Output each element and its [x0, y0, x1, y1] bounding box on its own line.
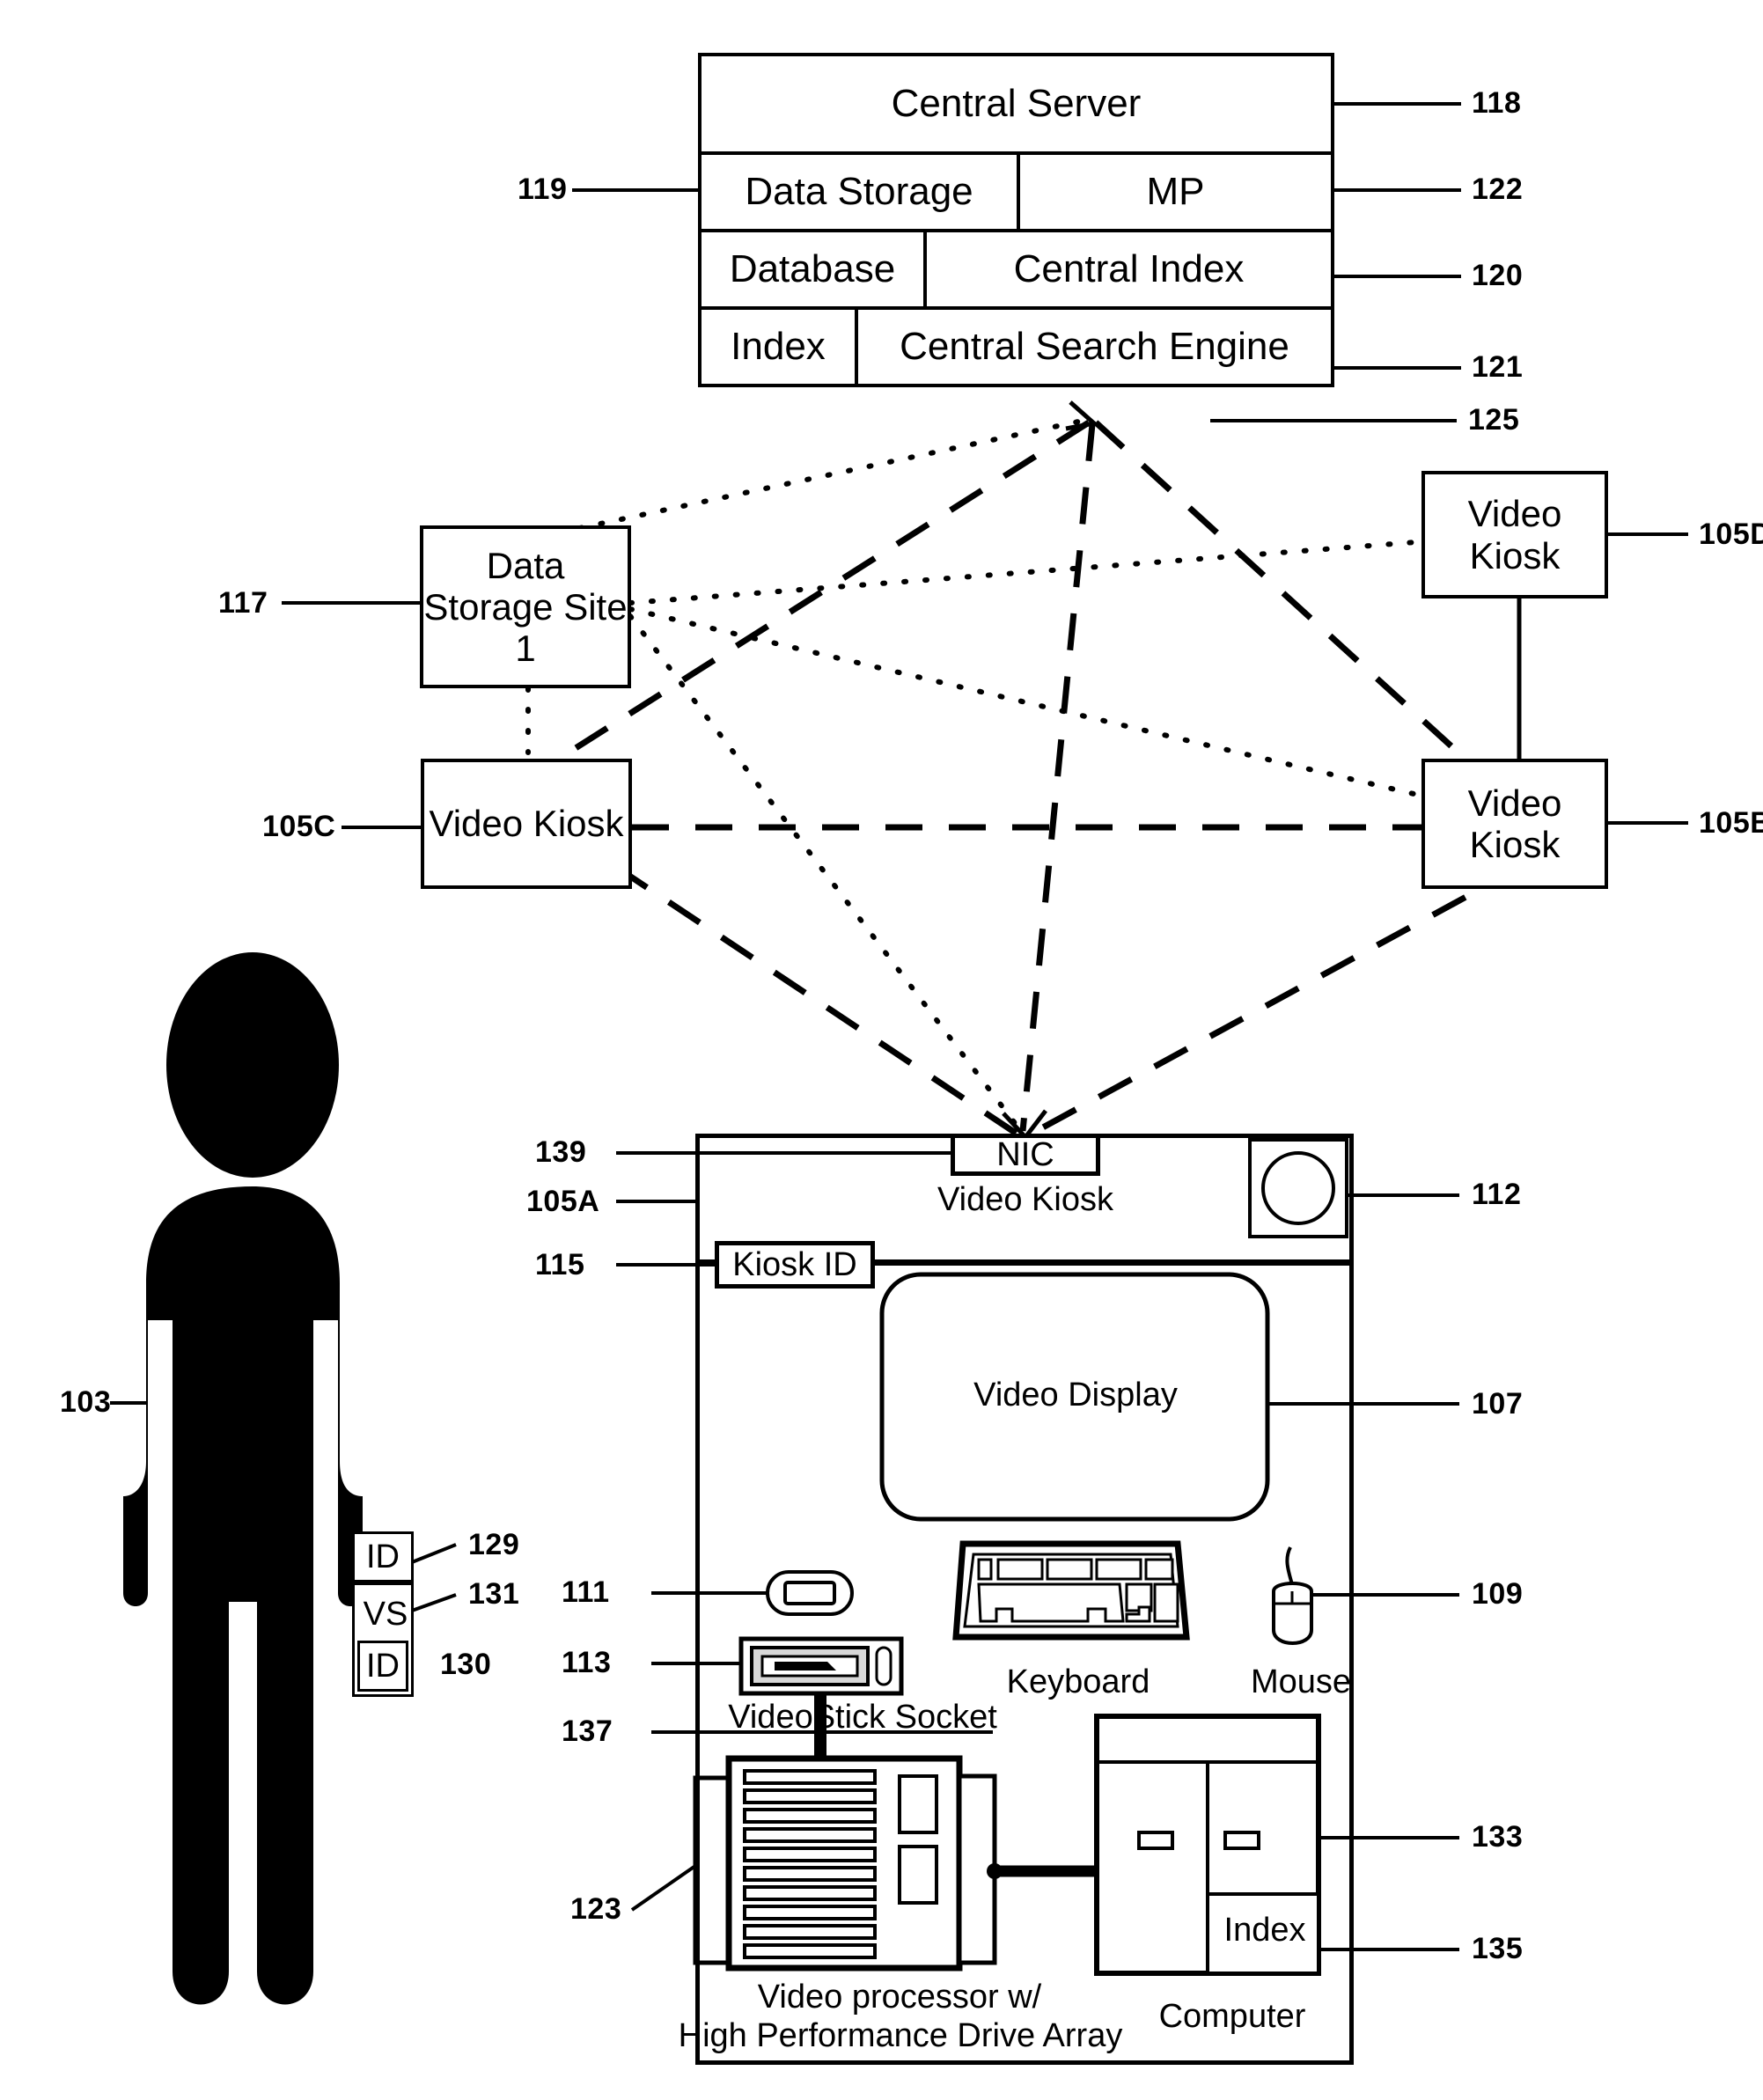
person-arm-gap-right: [313, 1320, 338, 1584]
central-search-engine-label: Central Search Engine: [900, 325, 1289, 369]
database-label: Database: [729, 247, 896, 291]
dash-105B-105A: [1030, 863, 1523, 1137]
badge-id-top: ID: [352, 1531, 414, 1582]
video-kiosk-105B-box: Video Kiosk: [1421, 759, 1608, 889]
video-processor-label-1: Video processor w/: [757, 1979, 1042, 2016]
computer-text: Computer: [1135, 1998, 1329, 2037]
ref-109: 109: [1472, 1577, 1524, 1611]
dash-105C-105A: [614, 864, 1021, 1138]
video-processor-text-line1: Video processor w/: [697, 1979, 1102, 2017]
video-kiosk-105B-label: Video Kiosk: [1467, 782, 1562, 865]
mp-label: MP: [1146, 170, 1205, 214]
keyboard-label: Keyboard: [1006, 1663, 1150, 1701]
person-leg-gap: [231, 1602, 255, 1989]
leader-131: [411, 1593, 457, 1612]
ref-105D: 105D: [1699, 518, 1763, 551]
ref-120: 120: [1472, 259, 1524, 292]
central-server-database-box: Database: [698, 229, 927, 310]
ref-129: 129: [468, 1528, 520, 1561]
badge-id-top-label: ID: [366, 1538, 400, 1575]
mouse-label: Mouse: [1250, 1663, 1352, 1701]
nic-label: NIC: [996, 1135, 1054, 1173]
ref-119: 119: [518, 173, 568, 206]
keyboard-text: Keyboard: [977, 1663, 1179, 1702]
dotted-link-ds-to-server: [536, 418, 1085, 540]
ref-107: 107: [1472, 1387, 1524, 1421]
central-server-mp-box: MP: [1017, 151, 1334, 232]
central-server-title: Central Server: [891, 82, 1142, 126]
video-kiosk-105D-label: Video Kiosk: [1467, 493, 1562, 576]
video-processor-text-line2: High Performance Drive Array: [650, 2017, 1151, 2056]
badge-id-bottom-label: ID: [366, 1647, 400, 1685]
ref-131: 131: [468, 1577, 520, 1611]
kiosk-detail-title: Video Kiosk: [880, 1179, 1171, 1222]
video-display-text: Video Display: [908, 1375, 1243, 1417]
server-index-label: Index: [731, 325, 826, 369]
video-display-label: Video Display: [973, 1377, 1178, 1414]
badge-vs-label: VS: [363, 1596, 408, 1633]
ref-125: 125: [1468, 403, 1520, 437]
data-storage-label: Data Storage: [745, 170, 973, 214]
video-kiosk-105C-box: Video Kiosk: [421, 759, 632, 889]
dotted-link-ds-to-105A: [628, 613, 1025, 1136]
ref-105C: 105C: [262, 810, 336, 843]
central-server-title-box: Central Server: [698, 53, 1334, 155]
ref-103: 103: [60, 1385, 112, 1419]
computer-label: Computer: [1158, 1998, 1306, 2036]
ref-123: 123: [570, 1892, 622, 1926]
ref-118: 118: [1472, 86, 1522, 120]
video-kiosk-105D-box: Video Kiosk: [1421, 471, 1608, 598]
dash-server-105C: [567, 420, 1091, 755]
data-storage-site-label: Data Storage Site 1: [423, 544, 628, 670]
data-storage-site-box: Data Storage Site 1: [420, 525, 631, 688]
central-server-search-engine-box: Central Search Engine: [855, 306, 1334, 387]
badge-id-bottom: ID: [357, 1641, 408, 1692]
kiosk-detail-title-label: Video Kiosk: [937, 1181, 1113, 1219]
kiosk-id-label: Kiosk ID: [732, 1245, 857, 1283]
central-server-data-storage-box: Data Storage: [698, 151, 1020, 232]
leader-129: [411, 1543, 457, 1564]
ref-133: 133: [1472, 1820, 1524, 1854]
video-processor-label-2: High Performance Drive Array: [678, 2017, 1123, 2055]
dash-server-105A: [1019, 423, 1096, 1132]
ref-135: 135: [1472, 1932, 1524, 1965]
ref-122: 122: [1472, 173, 1524, 206]
index-label: Index: [1223, 1912, 1306, 1949]
ref-105B: 105B: [1699, 806, 1763, 840]
ref-139: 139: [535, 1135, 587, 1169]
ref-112: 112: [1472, 1178, 1522, 1211]
central-server-index-box: Index: [698, 306, 858, 387]
videostick-socket-label: VideoStick Socket: [728, 1699, 997, 1737]
leader-123: [630, 1864, 697, 1912]
dotted-link-ds-to-105B: [628, 606, 1521, 821]
ref-117: 117: [218, 586, 268, 620]
arrowhead-server: [1065, 400, 1099, 431]
person-silhouette: [123, 952, 363, 2005]
central-server-central-index-box: Central Index: [923, 229, 1334, 310]
ref-115: 115: [535, 1248, 585, 1281]
patent-figure-page: Central Server Data Storage MP Database …: [0, 0, 1763, 2100]
ref-113: 113: [562, 1646, 612, 1679]
video-kiosk-105C-label: Video Kiosk: [429, 803, 624, 845]
ref-137: 137: [562, 1715, 613, 1748]
person-head: [166, 952, 339, 1178]
dashed-network-links: [567, 420, 1523, 1138]
central-index-label: Central Index: [1013, 247, 1245, 291]
videostick-socket-text: VideoStick Socket: [704, 1699, 1021, 1737]
ref-130: 130: [440, 1648, 492, 1681]
kiosk-id-box: Kiosk ID: [715, 1241, 875, 1289]
dotted-network-links: [525, 418, 1521, 1136]
dotted-link-ds-to-105D: [628, 532, 1521, 606]
ref-105A: 105A: [526, 1185, 600, 1218]
person-arm-gap-left: [148, 1320, 173, 1584]
ref-111: 111: [562, 1575, 610, 1609]
mouse-text: Mouse: [1230, 1663, 1371, 1702]
index-text: Index: [1213, 1912, 1317, 1950]
ref-121: 121: [1472, 350, 1524, 384]
nic-box: NIC: [951, 1134, 1100, 1176]
